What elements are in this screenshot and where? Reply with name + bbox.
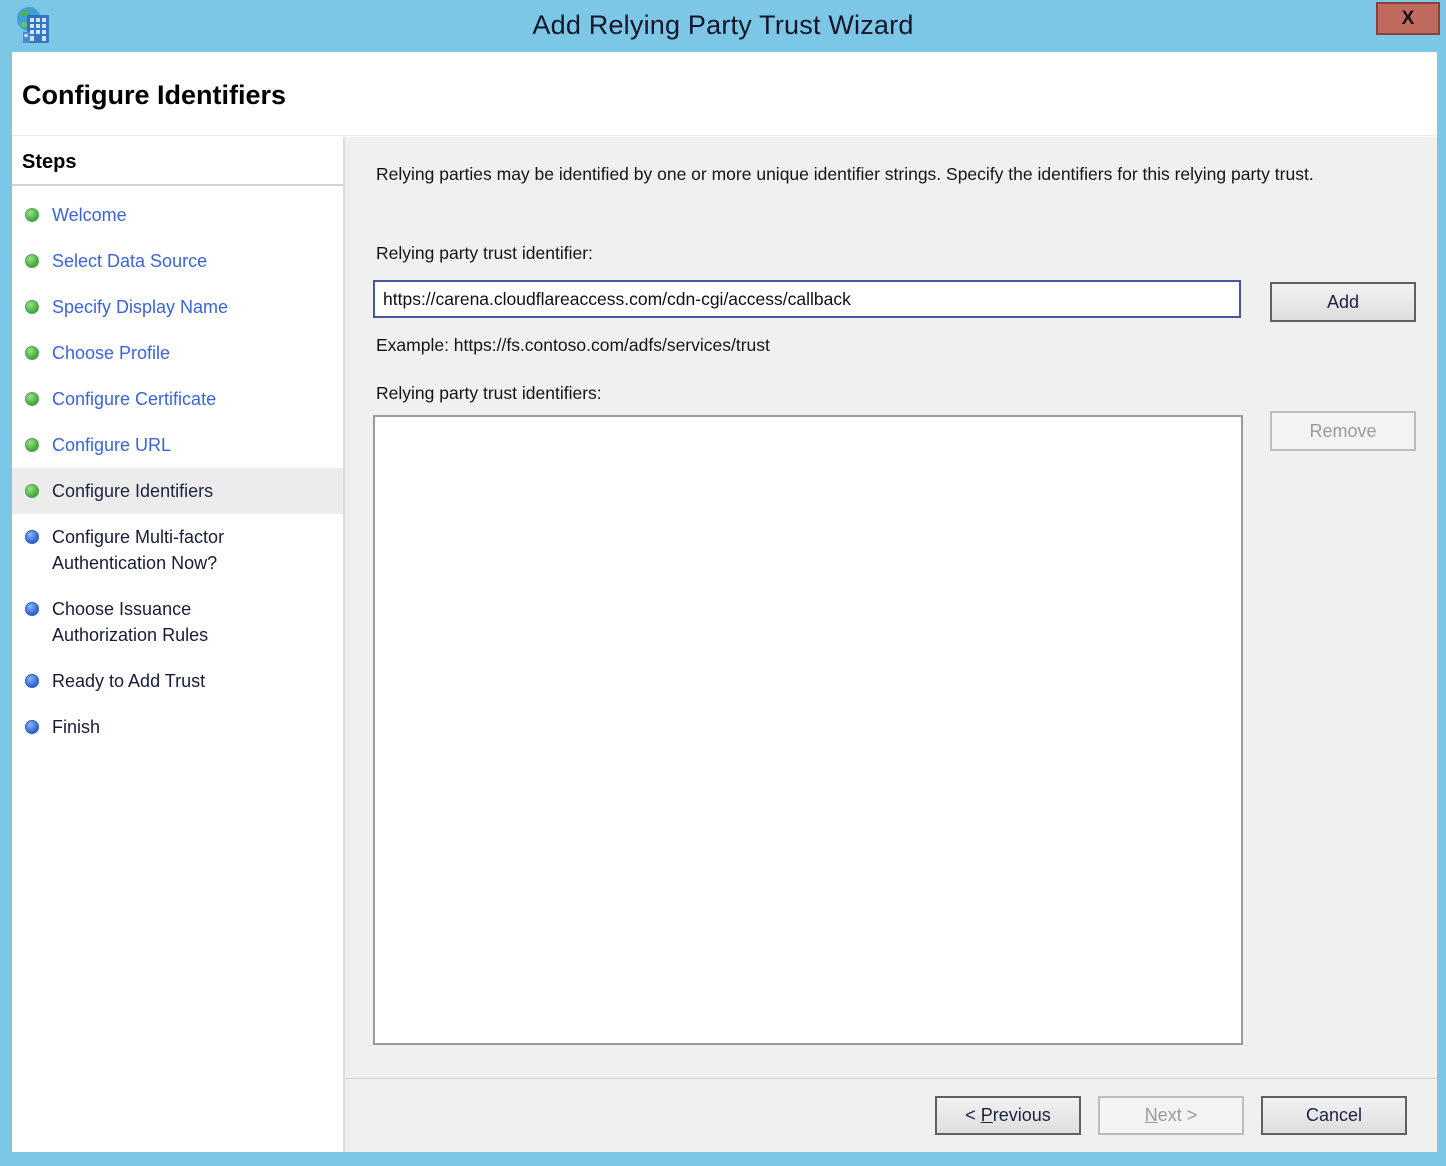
- steps-list: Welcome Select Data Source Specify Displ…: [12, 192, 343, 750]
- step-done-icon: [25, 254, 39, 268]
- step-configure-url[interactable]: Configure URL: [12, 422, 343, 468]
- identifier-input[interactable]: [373, 280, 1241, 318]
- page-header: Configure Identifiers: [12, 52, 1437, 136]
- cancel-button[interactable]: Cancel: [1261, 1096, 1407, 1135]
- identifier-label: Relying party trust identifier:: [376, 243, 593, 264]
- page-title: Configure Identifiers: [12, 52, 1437, 111]
- step-specify-display-name[interactable]: Specify Display Name: [12, 284, 343, 330]
- step-done-icon: [25, 438, 39, 452]
- step-finish[interactable]: Finish: [12, 704, 343, 750]
- identifiers-listbox[interactable]: [373, 415, 1243, 1045]
- close-icon[interactable]: X: [1376, 2, 1440, 35]
- remove-button: Remove: [1270, 411, 1416, 451]
- step-pending-icon: [25, 674, 39, 688]
- step-select-data-source[interactable]: Select Data Source: [12, 238, 343, 284]
- steps-heading: Steps: [12, 149, 343, 184]
- step-done-icon: [25, 346, 39, 360]
- wizard-body: Configure Identifiers Steps Welcome Sele…: [12, 52, 1437, 1152]
- step-configure-mfa[interactable]: Configure Multi-factor Authentication No…: [12, 514, 343, 586]
- step-done-icon: [25, 300, 39, 314]
- step-done-icon: [25, 208, 39, 222]
- step-ready-to-add-trust[interactable]: Ready to Add Trust: [12, 658, 343, 704]
- step-current-icon: [25, 484, 39, 498]
- next-button: Next >: [1098, 1096, 1244, 1135]
- step-choose-issuance-rules[interactable]: Choose Issuance Authorization Rules: [12, 586, 343, 658]
- step-welcome[interactable]: Welcome: [12, 192, 343, 238]
- window-title: Add Relying Party Trust Wizard: [0, 0, 1446, 52]
- example-text: Example: https://fs.contoso.com/adfs/ser…: [376, 335, 770, 356]
- step-pending-icon: [25, 720, 39, 734]
- step-configure-identifiers[interactable]: Configure Identifiers: [12, 468, 343, 514]
- previous-button[interactable]: < Previous: [935, 1096, 1081, 1135]
- step-pending-icon: [25, 602, 39, 616]
- steps-divider: [12, 184, 343, 186]
- step-pending-icon: [25, 530, 39, 544]
- main-panel: Relying parties may be identified by one…: [345, 137, 1437, 1152]
- description-text: Relying parties may be identified by one…: [376, 161, 1400, 188]
- add-button[interactable]: Add: [1270, 282, 1416, 322]
- identifiers-list-label: Relying party trust identifiers:: [376, 383, 602, 404]
- step-configure-certificate[interactable]: Configure Certificate: [12, 376, 343, 422]
- steps-sidebar: Steps Welcome Select Data Source Specify…: [12, 137, 345, 1152]
- wizard-footer: < Previous Next > Cancel: [345, 1078, 1437, 1152]
- step-choose-profile[interactable]: Choose Profile: [12, 330, 343, 376]
- titlebar: Add Relying Party Trust Wizard X: [0, 0, 1446, 52]
- step-done-icon: [25, 392, 39, 406]
